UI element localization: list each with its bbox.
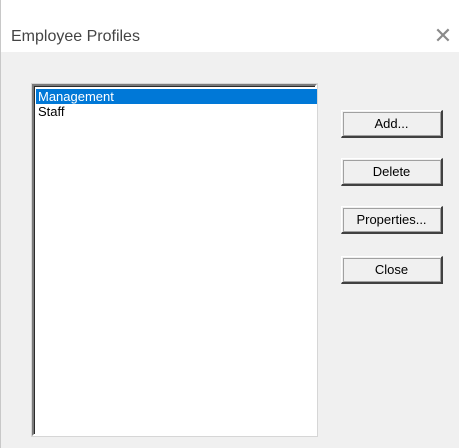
title-bar: Employee Profiles ✕ xyxy=(0,0,459,52)
listbox-frame: Management Staff xyxy=(34,86,317,434)
list-item-staff[interactable]: Staff xyxy=(36,104,317,119)
list-item-management[interactable]: Management xyxy=(36,89,317,104)
close-button[interactable]: Close xyxy=(341,256,443,284)
window-title: Employee Profiles xyxy=(11,28,140,45)
employee-profiles-dialog: Employee Profiles ✕ Management Staff Add… xyxy=(0,0,459,448)
add-button[interactable]: Add... xyxy=(341,110,443,138)
close-icon[interactable]: ✕ xyxy=(432,26,454,48)
properties-button[interactable]: Properties... xyxy=(341,206,443,234)
profiles-listbox[interactable]: Management Staff xyxy=(31,83,318,437)
delete-button[interactable]: Delete xyxy=(341,158,443,186)
